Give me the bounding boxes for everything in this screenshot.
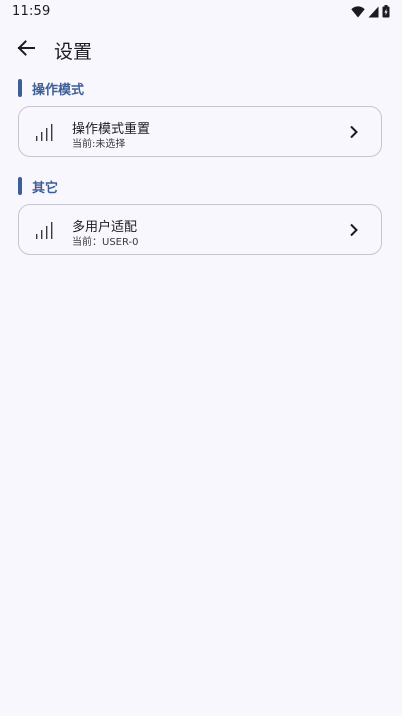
section-label: 操作模式 bbox=[32, 82, 85, 98]
back-button[interactable] bbox=[8, 30, 44, 66]
setting-item-subtitle: 当前：USER-0 bbox=[72, 237, 139, 248]
setting-item-operation-mode-reset[interactable]: 操作模式重置 当前:未选择 bbox=[18, 106, 382, 157]
cellular-signal-icon bbox=[368, 6, 379, 17]
setting-item-subtitle: 当前:未选择 bbox=[72, 139, 126, 150]
battery-icon bbox=[382, 5, 390, 18]
wifi-icon bbox=[351, 5, 365, 17]
setting-item-multi-user[interactable]: 多用户适配 当前：USER-0 bbox=[18, 204, 382, 255]
signal-bars-icon bbox=[36, 222, 53, 239]
section-accent-bar bbox=[18, 79, 22, 97]
section-header-operation-mode: 操作模式 bbox=[18, 79, 85, 98]
signal-bars-icon bbox=[36, 124, 53, 141]
section-header-other: 其它 bbox=[18, 177, 59, 196]
status-icons bbox=[351, 5, 390, 18]
section-accent-bar bbox=[18, 177, 22, 195]
chevron-right-icon bbox=[350, 125, 358, 139]
arrow-left-icon bbox=[17, 40, 35, 56]
page-title: 设置 bbox=[54, 41, 93, 63]
status-time: 11:59 bbox=[12, 4, 51, 19]
chevron-right-icon bbox=[350, 223, 358, 237]
app-bar: 设置 bbox=[0, 26, 402, 74]
section-label: 其它 bbox=[32, 180, 59, 196]
status-bar: 11:59 bbox=[0, 0, 402, 24]
